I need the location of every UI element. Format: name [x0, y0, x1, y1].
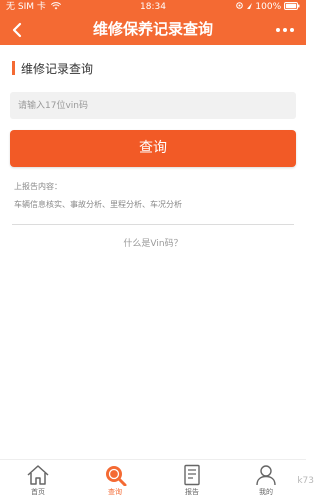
tab-report[interactable]: 报告: [162, 462, 222, 500]
tab-query-label: 查询: [108, 488, 122, 496]
vin-input[interactable]: [10, 92, 296, 119]
status-right: 100%: [235, 0, 300, 14]
home-icon: [8, 462, 68, 486]
tab-bar: 首页 查询 报告 我的: [0, 459, 306, 501]
watermark-logo: k73: [297, 476, 314, 486]
tab-home-label: 首页: [31, 488, 45, 496]
more-button[interactable]: [268, 19, 302, 41]
status-bar: 无 SIM 卡 18:34 100%: [0, 0, 306, 14]
section-title: 维修记录查询: [21, 61, 94, 76]
arrow-icon: [246, 3, 252, 9]
app-header: 无 SIM 卡 18:34 100% 维修保养记录查询: [0, 0, 306, 45]
tab-report-label: 报告: [185, 488, 199, 496]
nav-bar: 维修保养记录查询: [0, 14, 306, 45]
user-icon: [236, 462, 296, 486]
document-icon: [162, 462, 222, 486]
battery-text: 100%: [255, 2, 282, 12]
accent-bar: [12, 61, 15, 75]
tab-profile-label: 我的: [259, 488, 273, 496]
query-button[interactable]: 查询: [10, 130, 296, 167]
section-heading: 维修记录查询: [12, 60, 93, 76]
more-dots-icon: [276, 28, 280, 32]
page-title: 维修保养记录查询: [92, 20, 213, 38]
vin-help-link[interactable]: 什么是Vin码？: [0, 236, 306, 249]
battery-icon: [284, 2, 300, 10]
location-icon: [235, 2, 243, 9]
tab-home[interactable]: 首页: [8, 462, 68, 500]
divider: [12, 224, 294, 225]
magnifier-icon: [85, 462, 145, 486]
more-dot: [290, 28, 294, 32]
report-label: 上报告内容：: [14, 182, 62, 191]
tab-profile[interactable]: 我的: [236, 462, 296, 500]
report-items: 车辆信息核实、事故分析、里程分析、车况分析: [14, 200, 182, 209]
more-dot: [283, 28, 287, 32]
tab-query[interactable]: 查询: [85, 462, 145, 500]
